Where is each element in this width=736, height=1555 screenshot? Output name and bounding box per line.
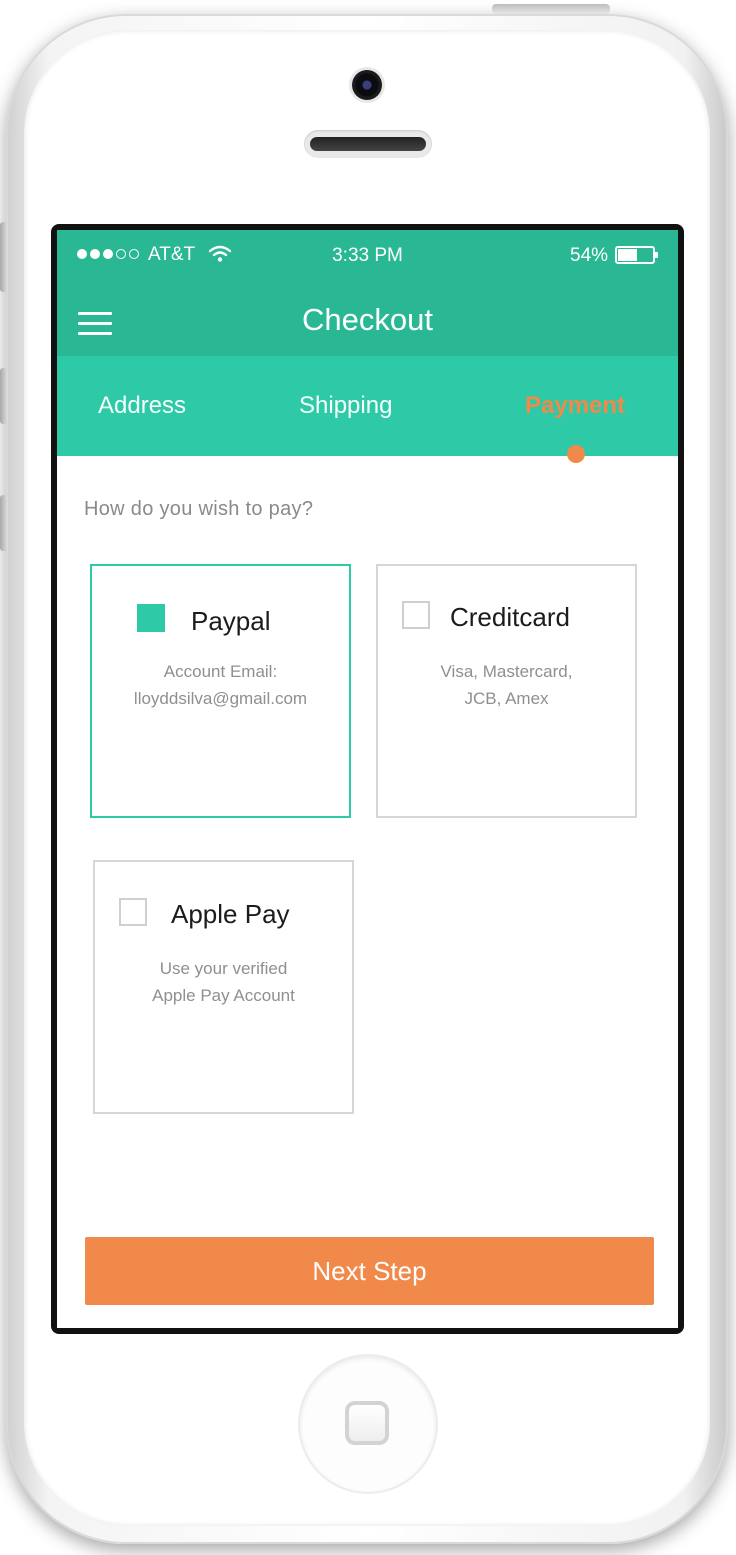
- page-title: Checkout: [302, 302, 433, 337]
- nav-bar: Checkout: [57, 290, 678, 356]
- volume-up-button: [0, 368, 8, 424]
- creditcard-description: Visa, Mastercard, JCB, Amex: [378, 658, 635, 712]
- tab-address[interactable]: Address: [98, 392, 186, 420]
- paypal-desc-line-1: Account Email:: [163, 662, 278, 681]
- tab-shipping[interactable]: Shipping: [299, 392, 392, 420]
- mute-switch: [0, 222, 8, 292]
- active-tab-indicator: [567, 445, 585, 463]
- checkout-step-tabs: Address Shipping Payment: [57, 356, 678, 463]
- creditcard-title: Creditcard: [450, 602, 570, 632]
- battery-icon: [615, 246, 658, 264]
- phone-screen: AT&T 3:33 PM 54% Checkout Address Shippi…: [51, 224, 684, 1334]
- volume-down-button: [0, 495, 8, 551]
- checkout-screen: AT&T 3:33 PM 54% Checkout Address Shippi…: [57, 230, 678, 1328]
- next-step-button[interactable]: Next Step: [85, 1237, 654, 1305]
- power-button: [492, 4, 610, 14]
- creditcard-desc-line-1: Visa, Mastercard,: [440, 662, 573, 681]
- apple-pay-checkbox[interactable]: [119, 898, 147, 926]
- paypal-title: Paypal: [191, 606, 271, 636]
- home-button[interactable]: [300, 1356, 436, 1492]
- apple-pay-description: Use your verified Apple Pay Account: [95, 955, 352, 1009]
- apple-pay-desc-line-1: Use your verified: [159, 959, 288, 978]
- apple-pay-desc-line-2: Apple Pay Account: [152, 986, 295, 1005]
- payment-option-paypal[interactable]: Paypal Account Email: lloyddsilva@gmail.…: [90, 564, 351, 818]
- status-bar: AT&T 3:33 PM 54%: [57, 230, 678, 290]
- creditcard-desc-line-2: JCB, Amex: [464, 689, 549, 708]
- payment-option-creditcard[interactable]: Creditcard Visa, Mastercard, JCB, Amex: [376, 564, 637, 818]
- paypal-desc-line-2: lloyddsilva@gmail.com: [133, 689, 308, 708]
- tab-payment[interactable]: Payment: [525, 392, 625, 420]
- apple-pay-title: Apple Pay: [171, 899, 290, 929]
- earpiece-speaker: [304, 130, 432, 158]
- payment-question: How do you wish to pay?: [84, 498, 314, 520]
- paypal-description: Account Email: lloyddsilva@gmail.com: [92, 658, 349, 712]
- battery-percent: 54%: [570, 245, 609, 266]
- payment-option-apple-pay[interactable]: Apple Pay Use your verified Apple Pay Ac…: [93, 860, 354, 1114]
- creditcard-checkbox[interactable]: [402, 601, 430, 629]
- paypal-checkbox[interactable]: [137, 604, 165, 632]
- front-camera: [352, 70, 382, 100]
